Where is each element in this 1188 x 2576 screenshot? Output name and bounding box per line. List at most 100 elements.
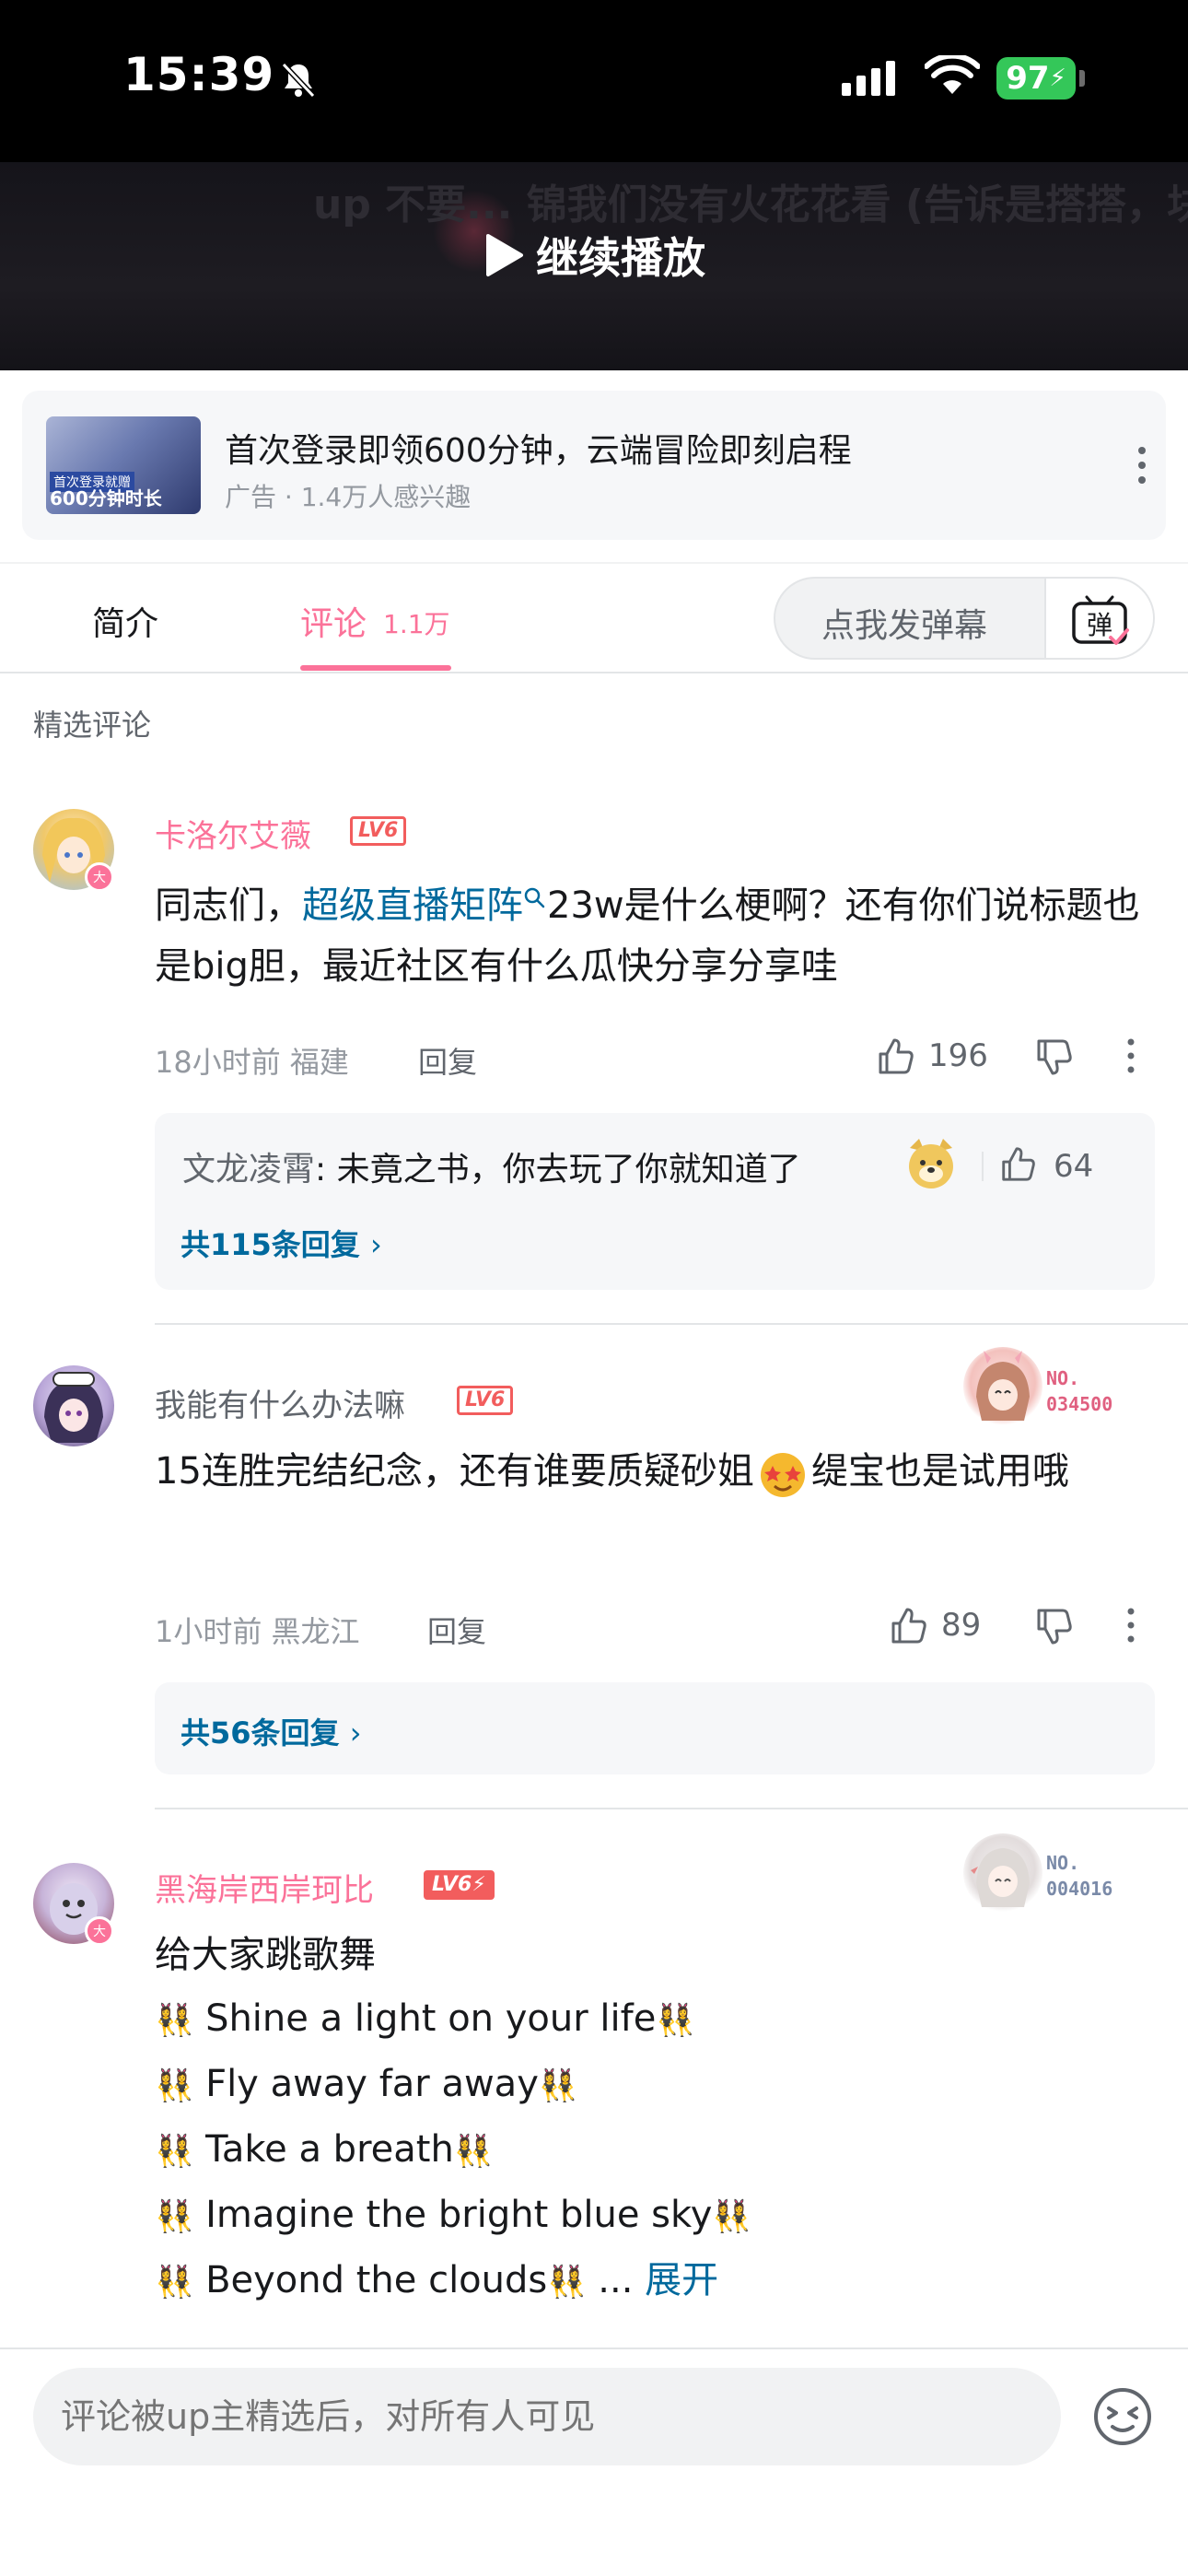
comment-line: 👯‍♀️ Imagine the bright blue sky👯‍♀️ — [155, 2184, 1159, 2249]
comment-line: 👯‍♀️ Beyond the clouds👯‍♀️ ... 展开 — [155, 2249, 1159, 2314]
starstruck-emoji-icon — [760, 1453, 805, 1497]
lyric-text: Beyond the clouds — [205, 2259, 548, 2301]
ad-thumbnail: 首次登录就赠 600分钟时长 — [46, 416, 201, 514]
battery-indicator: 97 ⚡ — [996, 57, 1076, 100]
dancing-emoji-icon: 👯‍♀️ — [155, 2002, 194, 2039]
emoji-icon[interactable] — [1090, 2384, 1155, 2449]
danmaku-icon-char: 弹 — [1087, 610, 1112, 640]
comment-username[interactable]: 卡洛尔艾薇 — [155, 811, 311, 856]
view-more-replies-link[interactable]: 共56条回复 › — [181, 1710, 361, 1752]
comment-text-prefix: 同志们， — [155, 884, 302, 927]
dancing-emoji-icon: 👯‍♀️ — [547, 2264, 587, 2301]
lyric-text: Take a breath — [205, 2128, 454, 2171]
video-player[interactable]: up 不要... 锦我们没有火花花看 (告诉是搭搭，块 继续播放 — [0, 162, 1188, 370]
fan-badge-avatar[interactable] — [963, 1833, 1042, 1913]
section-title: 精选评论 — [33, 708, 152, 743]
comment-text-tail: 缇宝也是试用哦 — [810, 1450, 1069, 1493]
thumbs-down-icon[interactable] — [1033, 1607, 1074, 1647]
cellular-signal-icon — [842, 61, 895, 96]
sub-replies-box[interactable]: 共56条回复 › — [155, 1682, 1155, 1774]
sub-reply-separator — [982, 1152, 984, 1181]
video-frame-text: up 不要... 锦我们没有火花花看 (告诉是搭搭，块 — [313, 181, 1188, 228]
comment-text: 给大家跳歌舞 👯‍♀️ Shine a light on your life👯‍… — [155, 1924, 1159, 2314]
avatar-face — [44, 1372, 103, 1443]
comment-time-location: 18小时前 福建 — [155, 1045, 349, 1080]
more-vertical-icon[interactable] — [1124, 442, 1160, 488]
fan-badge-character — [976, 1351, 1030, 1421]
comment-text: 同志们，超级直播矩阵 23w是什么梗啊？还有你们说标题也是big胆，最近社区有什么… — [155, 875, 1159, 997]
search-keyword-link[interactable]: 超级直播矩阵 — [302, 884, 523, 927]
wifi-icon — [925, 55, 980, 94]
chevron-right-icon: › — [349, 1715, 362, 1751]
comment-input[interactable] — [33, 2368, 1061, 2465]
danmaku-toggle-button[interactable]: 弹 — [1046, 579, 1153, 658]
sub-reply-author[interactable]: 文龙凌霄 — [182, 1151, 315, 1188]
fan-badge-avatar[interactable] — [963, 1347, 1042, 1426]
reply-button[interactable]: 回复 — [418, 1039, 477, 1082]
thumbs-up-icon[interactable] — [888, 1605, 928, 1645]
dancing-emoji-icon: 👯‍♀️ — [538, 2067, 578, 2104]
resume-play-button[interactable]: 继续播放 — [483, 225, 705, 286]
doge-emoji-icon — [909, 1139, 953, 1188]
comment-username[interactable]: 黑海岸西岸珂比 — [155, 1865, 374, 1910]
avatar[interactable] — [33, 1365, 114, 1446]
comment-line: 👯‍♀️ Shine a light on your life👯‍♀️ — [155, 1987, 1159, 2053]
more-vertical-icon[interactable] — [1122, 1036, 1140, 1076]
danmaku-input-pill[interactable]: 点我发弹幕 弹 — [774, 577, 1155, 660]
status-bar: 15:39 97 ⚡ — [0, 0, 1188, 162]
thumbs-up-icon[interactable] — [998, 1144, 1037, 1183]
comment-separator — [155, 1808, 1188, 1809]
comment-username[interactable]: 我能有什么办法嘛 — [155, 1380, 405, 1425]
tab-intro[interactable]: 简介 — [92, 597, 158, 645]
like-count: 196 — [928, 1037, 988, 1074]
fan-badge-character — [971, 1848, 1030, 1907]
expand-link[interactable]: 展开 — [645, 2259, 718, 2301]
vip-badge: 大 — [85, 862, 114, 892]
comment-line: 👯‍♀️ Fly away far away👯‍♀️ — [155, 2053, 1159, 2118]
dancing-emoji-icon: 👯‍♀️ — [453, 2133, 494, 2170]
resume-play-label: 继续播放 — [536, 233, 705, 283]
play-icon — [486, 234, 523, 276]
level-badge: LV6 — [350, 816, 407, 846]
comment-line: 给大家跳歌舞 — [155, 1934, 376, 1976]
ad-title: 首次登录即领600分钟，云端冒险即刻启程 — [225, 432, 852, 470]
comment-line: 👯‍♀️ Take a breath👯‍♀️ — [155, 2118, 1159, 2184]
comment-separator — [155, 1323, 1188, 1325]
bell-muted-icon — [281, 62, 316, 99]
dancing-emoji-icon: 👯‍♀️ — [155, 2133, 194, 2170]
thumbs-down-icon[interactable] — [1033, 1037, 1074, 1078]
dancing-emoji-icon: 👯‍♀️ — [155, 2198, 194, 2235]
fan-badge-digits: 004016 — [1046, 1878, 1113, 1900]
lyric-text: Shine a light on your life — [205, 1997, 657, 2040]
danmaku-toggle-icon: 弹 — [1072, 595, 1129, 645]
thumbs-up-icon[interactable] — [875, 1036, 915, 1076]
ad-thumb-big: 600分钟时长 — [50, 487, 162, 509]
reply-button[interactable]: 回复 — [427, 1609, 486, 1651]
tabs-divider — [0, 672, 1188, 673]
ad-card[interactable]: 首次登录就赠 600分钟时长 首次登录即领600分钟，云端冒险即刻启程 广告 ·… — [22, 391, 1166, 540]
divider — [0, 562, 1188, 564]
more-vertical-icon[interactable] — [1122, 1605, 1140, 1645]
more-replies-label: 共115条回复 — [181, 1227, 360, 1262]
sub-reply: 文龙凌霄: 未竟之书，你去玩了你就知道了 — [182, 1142, 801, 1190]
lightning-icon: ⚡ — [472, 1873, 486, 1896]
sub-replies-box[interactable]: 文龙凌霄: 未竟之书，你去玩了你就知道了 64 共115条回复 › — [155, 1113, 1155, 1290]
view-more-replies-link[interactable]: 共115条回复 › — [181, 1222, 382, 1264]
fan-badge-prefix: NO. — [1046, 1852, 1080, 1874]
ad-meta: 广告 · 1.4万人感兴趣 — [225, 482, 472, 512]
lyric-text: Fly away far away — [205, 2063, 539, 2105]
dancing-emoji-icon: 👯‍♀️ — [155, 2067, 194, 2104]
dancing-emoji-icon: 👯‍♀️ — [656, 2002, 695, 2039]
more-replies-label: 共56条回复 — [181, 1715, 340, 1751]
comment-text-main: 15连胜完结纪念，还有谁要质疑砂姐 — [155, 1450, 754, 1493]
tab-active-indicator — [300, 665, 451, 671]
chevron-right-icon: › — [369, 1227, 382, 1262]
tab-comments-count: 1.1万 — [383, 609, 450, 639]
fan-badge-number: NO. 034500 — [1046, 1365, 1112, 1417]
tab-comments[interactable]: 评论 — [300, 597, 367, 645]
battery-tip — [1079, 70, 1085, 87]
fan-badge-digits: 034500 — [1046, 1393, 1113, 1415]
level-badge: LV6 — [457, 1386, 514, 1415]
search-icon[interactable] — [523, 886, 547, 914]
danmaku-placeholder[interactable]: 点我发弹幕 — [821, 599, 987, 647]
